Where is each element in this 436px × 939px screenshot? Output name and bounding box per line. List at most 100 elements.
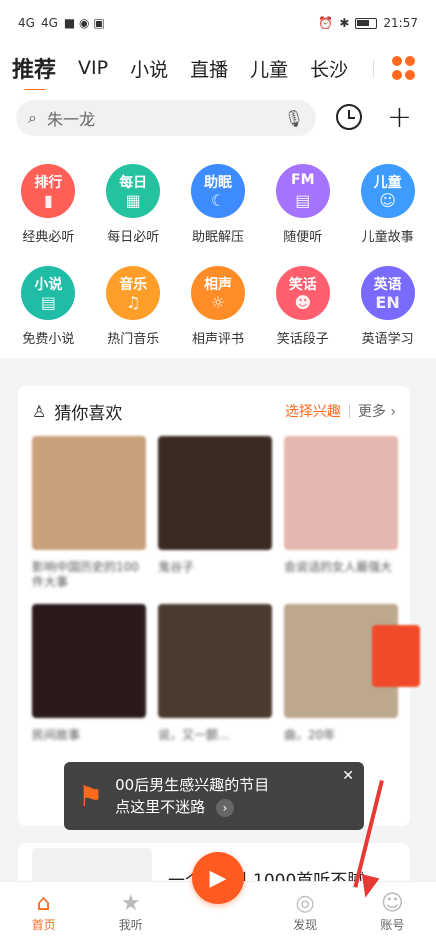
- category-icon-text: 音乐: [119, 277, 148, 293]
- category-icon-text: 相声: [203, 277, 232, 293]
- section-title: 猜你喜欢: [54, 403, 123, 424]
- book-item[interactable]: 民间故事: [32, 604, 146, 758]
- nav-discover[interactable]: ◎ 发现: [270, 891, 340, 933]
- category-item[interactable]: 每日 ▦ 每日必听: [91, 164, 176, 256]
- choose-interest-link[interactable]: 选择兴趣: [285, 401, 341, 421]
- category-icon: 小说 ▤: [21, 266, 76, 320]
- category-icon: 相声 ☼: [190, 266, 245, 320]
- book-list: 影响中国历史的100件大事 鬼谷子 会说话的女人最强大民间故事 说，又一颤... 曲，2…: [18, 436, 410, 758]
- more-link[interactable]: 更多 ›: [358, 401, 396, 421]
- signal-2: 4G: [40, 16, 58, 30]
- category-icon-text: 排行: [34, 175, 63, 191]
- category-label: 助眠解压: [191, 230, 244, 245]
- category-icon: 排行 ▮: [21, 164, 76, 218]
- category-glyph-icon: ▮: [43, 191, 53, 210]
- category-glyph-icon: ☻: [294, 293, 312, 312]
- status-right: ⏰ ✱ 21:57: [318, 16, 418, 30]
- category-label: 经典必听: [22, 230, 75, 245]
- category-item[interactable]: 小说 ▤ 免费小说: [6, 266, 91, 358]
- book-title: 民间故事: [32, 728, 81, 742]
- tooltip-line-2: 点这里不迷路 ›: [115, 796, 269, 818]
- book-title: 鬼谷子: [158, 560, 195, 574]
- category-glyph-icon: ☾: [210, 191, 226, 210]
- tab-children[interactable]: 儿童: [250, 55, 288, 82]
- category-icon-text: FM: [291, 172, 315, 188]
- category-label: 随便听: [283, 230, 323, 245]
- nav-home[interactable]: ⌂ 首页: [9, 891, 79, 933]
- category-icon-text: 每日: [119, 175, 148, 191]
- category-item[interactable]: 相声 ☼ 相声评书: [176, 266, 261, 358]
- category-icon-text: 小说: [34, 277, 63, 293]
- category-icon: 每日 ▦: [106, 164, 161, 218]
- grid-menu-icon[interactable]: [392, 56, 416, 80]
- tab-divider: [373, 60, 374, 78]
- category-label: 英语学习: [361, 332, 414, 347]
- category-icon: 英语 EN: [360, 266, 415, 320]
- promo-badge[interactable]: [372, 625, 420, 687]
- category-label: 儿童故事: [361, 230, 414, 245]
- guess-you-like-card: ♙ 猜你喜欢 选择兴趣 更多 › 影响中国历史的100件大事 鬼谷子 会说话的女人最…: [18, 386, 410, 826]
- book-item[interactable]: 会说话的女人最强大: [284, 436, 398, 590]
- nav-my-listen[interactable]: ★ 我听: [96, 891, 166, 933]
- bluetooth-icon: ✱: [339, 16, 350, 30]
- book-title: 曲，20年: [284, 728, 336, 742]
- book-title: 说，又一颤...: [158, 728, 230, 742]
- home-icon: ⌂: [36, 891, 51, 916]
- mic-icon[interactable]: 🎙: [284, 109, 304, 128]
- card-header: ♙ 猜你喜欢 选择兴趣 更多 ›: [18, 386, 410, 436]
- category-item[interactable]: 音乐 ♫ 热门音乐: [91, 266, 176, 358]
- book-title: 会说话的女人最强大: [284, 560, 393, 574]
- tab-recommend[interactable]: 推荐: [12, 52, 56, 92]
- compass-icon: ◎: [295, 891, 315, 916]
- signal-1: 4G: [18, 16, 35, 30]
- person-icon: ♙: [32, 401, 47, 421]
- search-icon: ⌕: [28, 108, 37, 127]
- category-icon: 助眠 ☾: [190, 164, 245, 218]
- tab-changsha[interactable]: 长沙: [310, 55, 348, 82]
- category-item[interactable]: FM ▤ 随便听: [260, 164, 345, 256]
- tab-live[interactable]: 直播: [190, 55, 228, 82]
- search-input[interactable]: ⌕ 朱一龙 🎙: [16, 100, 316, 136]
- header-separator: [348, 404, 350, 418]
- book-item[interactable]: 说，又一颤...: [158, 604, 272, 758]
- time: 21:57: [383, 16, 418, 30]
- interest-tooltip[interactable]: ⚑ 00后男生感兴趣的节目 点这里不迷路 › ✕: [64, 762, 364, 830]
- history-icon[interactable]: [336, 104, 362, 130]
- category-label: 热门音乐: [107, 332, 160, 347]
- category-item[interactable]: 助眠 ☾ 助眠解压: [176, 164, 261, 256]
- play-button[interactable]: ▶: [192, 852, 244, 904]
- category-item[interactable]: 笑话 ☻ 笑话段子: [260, 266, 345, 358]
- nav-account-label: 账号: [380, 918, 405, 932]
- status-left: 4G 4G ■ ◉ ▣: [18, 16, 105, 30]
- book-cover: [284, 436, 398, 550]
- book-item[interactable]: 影响中国历史的100件大事: [32, 436, 146, 590]
- category-glyph-icon: ☼: [210, 293, 226, 312]
- chevron-right-icon[interactable]: ›: [215, 799, 234, 817]
- nav-my-listen-label: 我听: [118, 918, 143, 932]
- search-placeholder: 朱一龙: [46, 110, 95, 129]
- add-icon[interactable]: +: [387, 103, 412, 133]
- book-cover: [32, 604, 146, 718]
- category-icon: 儿童 ☺: [360, 164, 415, 218]
- tooltip-text: 00后男生感兴趣的节目 点这里不迷路 ›: [115, 774, 269, 818]
- tooltip-line-1: 00后男生感兴趣的节目: [115, 776, 270, 794]
- book-title: 影响中国历史的100件大事: [32, 560, 139, 589]
- tab-novel[interactable]: 小说: [130, 55, 168, 82]
- category-icon-text: 助眠: [203, 175, 232, 191]
- tooltip-line-2-text: 点这里不迷路: [115, 798, 206, 816]
- book-item[interactable]: 鬼谷子: [158, 436, 272, 590]
- category-label: 每日必听: [107, 230, 160, 245]
- notification-icons: ■ ◉ ▣: [63, 16, 105, 30]
- tab-vip[interactable]: VIP: [78, 57, 108, 79]
- category-grid: 排行 ▮ 经典必听 每日 ▦ 每日必听 助眠 ☾ 助眠解压 FM ▤ 随便听 儿童 ☺ 儿童故事小说 ▤ 免费小…: [0, 146, 436, 358]
- close-icon[interactable]: ✕: [342, 768, 354, 784]
- category-label: 免费小说: [22, 332, 75, 347]
- category-icon: 笑话 ☻: [275, 266, 330, 320]
- category-icon: FM ▤: [275, 164, 330, 218]
- nav-home-label: 首页: [31, 918, 56, 932]
- category-glyph-icon: ☺: [379, 191, 396, 210]
- category-item[interactable]: 英语 EN 英语学习: [345, 266, 430, 358]
- category-item[interactable]: 儿童 ☺ 儿童故事: [345, 164, 430, 256]
- alarm-icon: ⏰: [318, 16, 334, 30]
- category-item[interactable]: 排行 ▮ 经典必听: [6, 164, 91, 256]
